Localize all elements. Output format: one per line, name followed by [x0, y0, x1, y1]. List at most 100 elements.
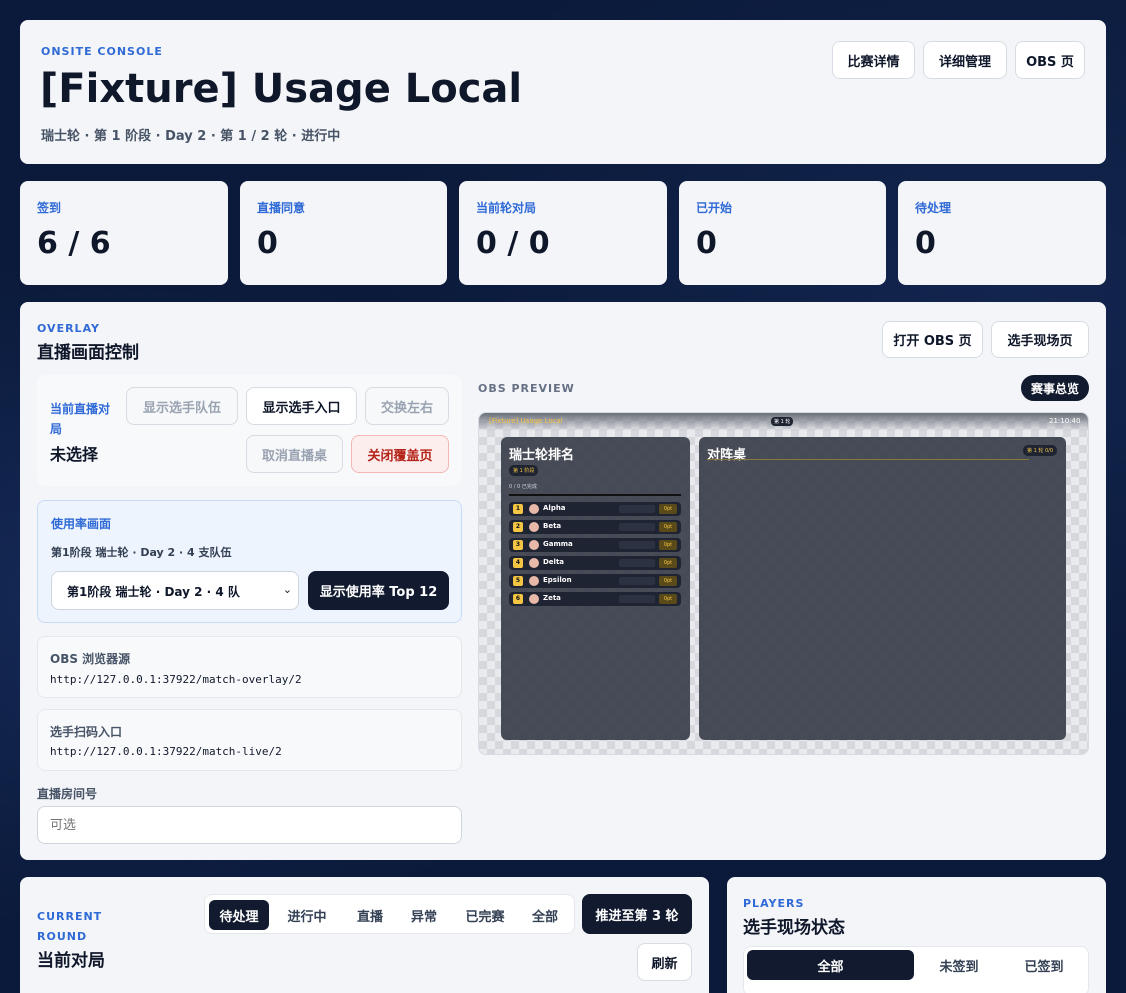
- usage-select[interactable]: 第1阶段 瑞士轮 · Day 2 · 4 队 ⌄: [51, 571, 299, 610]
- standings-row: 1 Alpha 0pt: [509, 502, 681, 516]
- record-cell: [619, 559, 655, 567]
- rank-badge: 1: [513, 504, 523, 514]
- record-cell: [619, 595, 655, 603]
- preview-pairings-title: 对阵桌: [707, 448, 747, 463]
- show-team-button[interactable]: 显示选手队伍: [126, 387, 238, 425]
- close-overlay-button[interactable]: 关闭覆盖页: [351, 435, 449, 473]
- obs-source-label: OBS 浏览器源: [50, 652, 131, 666]
- preview-divider: [509, 494, 681, 496]
- match-filter-tabs: 待处理 进行中 直播 异常 已完赛 全部: [204, 894, 575, 934]
- record-cell: [619, 577, 655, 585]
- players-panel: PLAYERS 选手现场状态 全部 未签到 已签到: [727, 877, 1106, 993]
- header-card: ONSITE CONSOLE [Fixture] Usage Local 瑞士轮…: [20, 20, 1106, 164]
- stat-label: 直播同意: [257, 201, 306, 215]
- tab-finished[interactable]: 已完赛: [453, 900, 517, 930]
- player-name: Beta: [543, 522, 562, 530]
- overlay-title: 直播画面控制: [37, 343, 139, 363]
- open-obs-button[interactable]: 打开 OBS 页: [882, 321, 983, 358]
- stat-value: 6 / 6: [37, 226, 111, 261]
- tab-pending[interactable]: 待处理: [209, 900, 269, 930]
- avatar: [529, 540, 539, 550]
- chevron-down-icon: ⌄: [282, 583, 292, 596]
- player-name: Zeta: [543, 594, 561, 602]
- obs-preview-label: OBS PREVIEW: [478, 382, 575, 395]
- record-cell: [619, 541, 655, 549]
- rank-badge: 4: [513, 558, 523, 568]
- current-match-value: 未选择: [50, 445, 99, 464]
- scan-entry-label: 选手扫码入口: [50, 725, 123, 739]
- current-round-eyebrow-2: ROUND: [37, 930, 88, 943]
- stat-current-round-matches: 当前轮对局 0 / 0: [459, 181, 667, 285]
- current-round-panel: CURRENT ROUND 当前对局 待处理 进行中 直播 异常 已完赛 全部 …: [20, 877, 709, 993]
- cancel-table-button[interactable]: 取消直播桌: [246, 435, 343, 473]
- preview-top-badge: 第 1 轮: [771, 417, 794, 426]
- obs-preview: [Fixture] Usage Local 第 1 轮 21:10:40 瑞士轮…: [478, 412, 1089, 755]
- players-eyebrow: PLAYERS: [743, 897, 805, 910]
- rank-badge: 6: [513, 594, 523, 604]
- rank-badge: 2: [513, 522, 523, 532]
- page-title: [Fixture] Usage Local: [40, 66, 523, 112]
- preview-divider: [707, 459, 1029, 460]
- standings-row: 5 Epsilon 0pt: [509, 574, 681, 588]
- detail-manage-button[interactable]: 详细管理: [923, 41, 1007, 79]
- rank-badge: 5: [513, 576, 523, 586]
- current-round-title: 当前对局: [37, 951, 105, 971]
- record-cell: [619, 523, 655, 531]
- preview-standings-panel: 瑞士轮排名 第 1 阶段 0 / 0 已完成 1 Alpha 0pt 2 Beta 0p…: [501, 437, 690, 740]
- standings-row: 3 Gamma 0pt: [509, 538, 681, 552]
- stat-label: 已开始: [696, 201, 733, 215]
- tab-not-checked-in[interactable]: 未签到: [918, 950, 1000, 980]
- stat-value: 0: [257, 226, 278, 261]
- tab-checked-in[interactable]: 已签到: [1002, 950, 1086, 980]
- stat-started: 已开始 0: [679, 181, 886, 285]
- room-input[interactable]: [37, 806, 462, 844]
- scan-entry-url[interactable]: http://127.0.0.1:37922/match-live/2: [50, 745, 282, 758]
- preview-pairings-panel: 对阵桌 第 1 轮 0/0: [699, 437, 1066, 740]
- standings-row: 4 Delta 0pt: [509, 556, 681, 570]
- preview-standings-stage: 第 1 阶段: [509, 465, 539, 476]
- tab-players-all[interactable]: 全部: [747, 950, 914, 980]
- avatar: [529, 504, 539, 514]
- swap-sides-button[interactable]: 交换左右: [365, 387, 449, 425]
- preview-clock: 21:10:40: [1049, 417, 1081, 425]
- player-name: Alpha: [543, 504, 566, 512]
- stat-value: 0: [915, 226, 936, 261]
- record-cell: [619, 505, 655, 513]
- usage-select-value: 第1阶段 瑞士轮 · Day 2 · 4 队: [67, 585, 240, 599]
- scan-entry-box: 选手扫码入口 http://127.0.0.1:37922/match-live…: [37, 709, 462, 771]
- stat-pending: 待处理 0: [898, 181, 1106, 285]
- current-match-controls: 当前直播对局 未选择 显示选手队伍 显示选手入口 交换左右 取消直播桌 关闭覆盖…: [37, 375, 462, 486]
- player-filter-tabs: 全部 未签到 已签到: [743, 946, 1089, 993]
- obs-page-button[interactable]: OBS 页: [1015, 41, 1085, 79]
- show-entry-button[interactable]: 显示选手入口: [246, 387, 357, 425]
- players-title: 选手现场状态: [743, 918, 845, 938]
- player-page-button[interactable]: 选手现场页: [991, 321, 1089, 358]
- usage-title: 使用率画面: [51, 517, 112, 531]
- overlay-control-panel: OVERLAY 直播画面控制 打开 OBS 页 选手现场页 当前直播对局 未选择…: [20, 302, 1106, 860]
- preview-standings-note: 0 / 0 已完成: [509, 484, 537, 490]
- points-badge: 0pt: [659, 558, 677, 568]
- advance-round-button[interactable]: 推进至第 3 轮: [582, 894, 692, 934]
- obs-source-url[interactable]: http://127.0.0.1:37922/match-overlay/2: [50, 673, 302, 686]
- match-details-button[interactable]: 比赛详情: [832, 41, 915, 79]
- overview-button[interactable]: 赛事总览: [1021, 375, 1089, 401]
- tab-abnormal[interactable]: 异常: [399, 900, 449, 930]
- room-label: 直播房间号: [37, 787, 98, 801]
- tab-live[interactable]: 直播: [343, 900, 397, 930]
- refresh-button[interactable]: 刷新: [637, 943, 692, 981]
- stat-value: 0: [696, 226, 717, 261]
- avatar: [529, 594, 539, 604]
- avatar: [529, 558, 539, 568]
- standings-row: 2 Beta 0pt: [509, 520, 681, 534]
- overlay-eyebrow: OVERLAY: [37, 322, 100, 335]
- avatar: [529, 576, 539, 586]
- points-badge: 0pt: [659, 594, 677, 604]
- stat-label: 签到: [37, 201, 62, 215]
- points-badge: 0pt: [659, 522, 677, 532]
- stat-checkin: 签到 6 / 6: [20, 181, 228, 285]
- player-name: Epsilon: [543, 576, 572, 584]
- show-usage-top12-button[interactable]: 显示使用率 Top 12: [308, 571, 449, 610]
- points-badge: 0pt: [659, 540, 677, 550]
- tab-in-progress[interactable]: 进行中: [275, 900, 339, 930]
- tab-all[interactable]: 全部: [521, 900, 569, 930]
